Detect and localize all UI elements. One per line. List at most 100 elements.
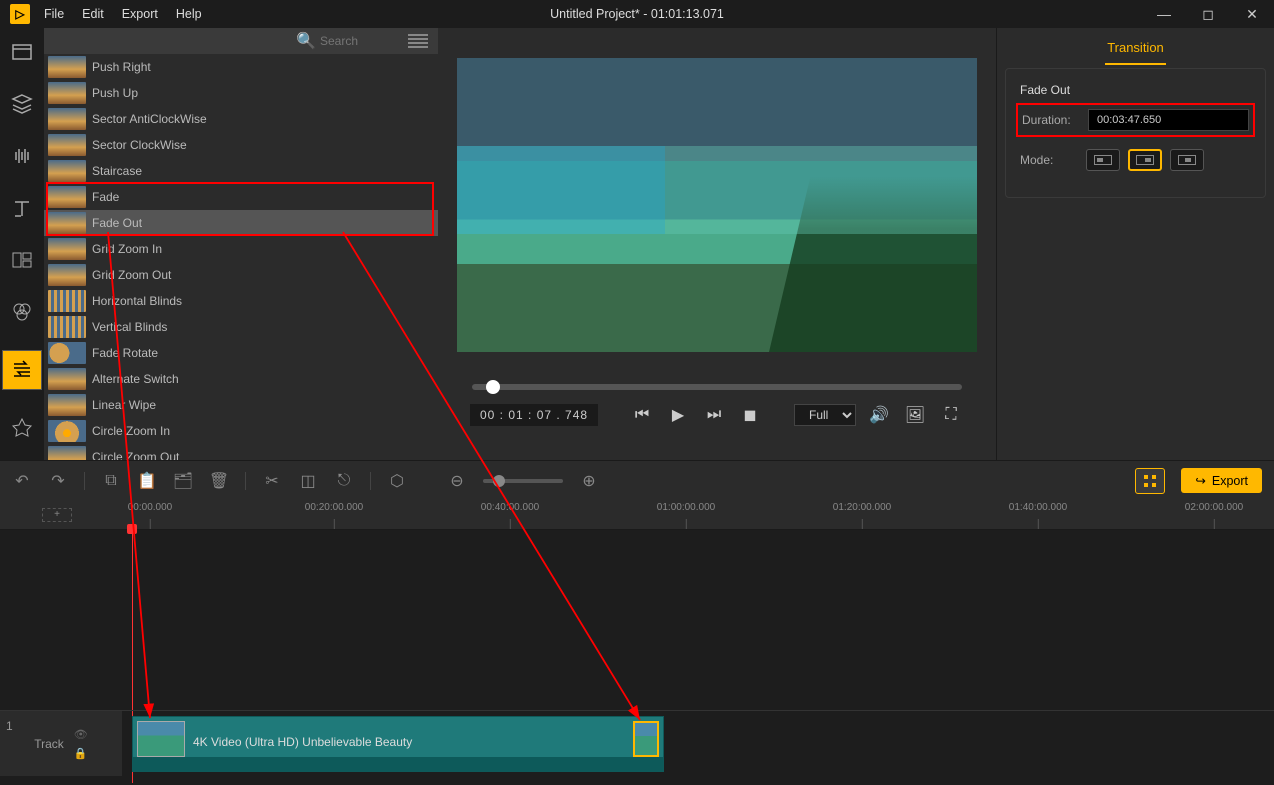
media-tab-icon[interactable] xyxy=(8,38,36,66)
cut-button[interactable]: ✂ xyxy=(262,471,282,491)
filters-tab-icon[interactable] xyxy=(8,298,36,326)
transition-item[interactable]: Fade Rotate xyxy=(44,340,438,366)
add-track-button[interactable]: + xyxy=(42,508,72,522)
transition-item[interactable]: Sector ClockWise xyxy=(44,132,438,158)
copy-button[interactable]: ⧉ xyxy=(101,471,121,491)
search-input[interactable] xyxy=(320,34,400,48)
transition-thumb-icon xyxy=(48,342,86,364)
visibility-icon[interactable]: 👁 xyxy=(74,728,88,741)
transition-item[interactable]: Linear Wipe xyxy=(44,392,438,418)
transitions-tab-icon[interactable] xyxy=(2,350,42,390)
snapshot-icon[interactable]: 🖼 xyxy=(902,402,928,428)
clip-end-transition-thumb[interactable] xyxy=(633,721,659,757)
preview-video[interactable] xyxy=(457,58,977,352)
clip-area[interactable]: 4K Video (Ultra HD) Unbelievable Beauty xyxy=(122,711,1274,776)
crop-button[interactable]: ◫ xyxy=(298,471,318,491)
transition-item[interactable]: Circle Zoom In xyxy=(44,418,438,444)
ruler-tick: 02:00:00.000 xyxy=(1185,502,1243,513)
clip-start-thumb xyxy=(137,721,185,757)
transition-item[interactable]: Grid Zoom Out xyxy=(44,262,438,288)
maximize-button[interactable]: ◻ xyxy=(1186,0,1230,28)
transition-item[interactable]: Alternate Switch xyxy=(44,366,438,392)
paste-button[interactable]: 📋 xyxy=(137,471,157,491)
zoom-slider[interactable] xyxy=(483,479,563,483)
prev-frame-button[interactable]: ⏮ xyxy=(629,402,655,428)
resolution-select[interactable]: Full xyxy=(794,404,856,426)
transition-label: Staircase xyxy=(92,164,142,178)
transition-thumb-icon xyxy=(48,108,86,130)
scrub-bar[interactable] xyxy=(472,384,962,390)
clipboard-button[interactable]: 🗂 xyxy=(173,471,193,491)
video-clip[interactable]: 4K Video (Ultra HD) Unbelievable Beauty xyxy=(132,716,664,772)
preview-controls: 00 : 01 : 07 . 748 ⏮ ▶ ⏭ ◼ Full 🔊 🖼 ⛶ xyxy=(462,402,972,428)
ruler-tick: 00:40:00.000 xyxy=(481,502,539,513)
redo-button[interactable]: ↷ xyxy=(48,471,68,491)
transition-label: Circle Zoom In xyxy=(92,424,170,438)
minimize-button[interactable]: — xyxy=(1142,0,1186,28)
tracks-area[interactable]: 1 Track 👁 🔒 4K Video (Ultra HD) Unbeliev… xyxy=(0,530,1274,783)
menu-file[interactable]: File xyxy=(44,7,64,21)
lock-icon[interactable]: 🔒 xyxy=(74,747,88,760)
main-area: 🔍 Push RightPush UpSector AntiClockWiseS… xyxy=(0,28,1274,460)
split-tab-icon[interactable] xyxy=(8,246,36,274)
mode-postfix-button[interactable] xyxy=(1128,149,1162,171)
timeline: + 00:00.000 00:20:00.00000:40:00.00001:0… xyxy=(0,500,1274,783)
menu-edit[interactable]: Edit xyxy=(82,7,104,21)
transition-label: Horizontal Blinds xyxy=(92,294,182,308)
zoom-out-button[interactable]: ⊖ xyxy=(447,471,467,491)
window-controls: — ◻ ✕ xyxy=(1142,0,1274,28)
next-frame-button[interactable]: ⏭ xyxy=(701,402,727,428)
marker-button[interactable]: ⬡ xyxy=(387,471,407,491)
transition-item[interactable]: Push Right xyxy=(44,54,438,80)
timeline-toolbar: ↶ ↷ ⧉ 📋 🗂 🗑 ✂ ◫ ⎋ ⬡ ⊖ ⊕ ↪ Export xyxy=(0,460,1274,500)
transition-label: Circle Zoom Out xyxy=(92,450,179,460)
left-toolbar xyxy=(0,28,44,460)
menu-help[interactable]: Help xyxy=(176,7,202,21)
clip-audio-bar xyxy=(133,757,663,771)
scrub-handle[interactable] xyxy=(486,380,500,394)
audio-tab-icon[interactable] xyxy=(8,142,36,170)
transition-label: Vertical Blinds xyxy=(92,320,167,334)
transition-item[interactable]: Circle Zoom Out xyxy=(44,444,438,460)
duration-label: Duration: xyxy=(1022,113,1076,127)
transition-thumb-icon xyxy=(48,368,86,390)
track-row: 1 Track 👁 🔒 4K Video (Ultra HD) Unbeliev… xyxy=(0,710,1274,776)
elements-tab-icon[interactable] xyxy=(8,414,36,442)
transition-item[interactable]: Horizontal Blinds xyxy=(44,288,438,314)
properties-tabs: Transition xyxy=(997,28,1274,68)
transition-thumb-icon xyxy=(48,238,86,260)
view-mode-icon[interactable] xyxy=(408,33,428,49)
duration-input[interactable] xyxy=(1088,109,1249,131)
track-header[interactable]: 1 Track 👁 🔒 xyxy=(0,711,122,776)
fullscreen-icon[interactable]: ⛶ xyxy=(938,402,964,428)
render-button[interactable] xyxy=(1135,468,1165,494)
transition-item[interactable]: Sector AntiClockWise xyxy=(44,106,438,132)
layers-tab-icon[interactable] xyxy=(8,90,36,118)
transition-item[interactable]: Vertical Blinds xyxy=(44,314,438,340)
title-bar: ▷ File Edit Export Help Untitled Project… xyxy=(0,0,1274,28)
transition-item[interactable]: Push Up xyxy=(44,80,438,106)
transition-label: Linear Wipe xyxy=(92,398,156,412)
undo-button[interactable]: ↶ xyxy=(12,471,32,491)
app-logo-icon: ▷ xyxy=(10,4,30,24)
stop-button[interactable]: ◼ xyxy=(737,402,763,428)
transition-thumb-icon xyxy=(48,160,86,182)
volume-icon[interactable]: 🔊 xyxy=(866,402,892,428)
transition-item[interactable]: Grid Zoom In xyxy=(44,236,438,262)
mode-overlap-button[interactable] xyxy=(1170,149,1204,171)
menu-export[interactable]: Export xyxy=(122,7,158,21)
transitions-list[interactable]: Push RightPush UpSector AntiClockWiseSec… xyxy=(44,54,438,460)
close-button[interactable]: ✕ xyxy=(1230,0,1274,28)
play-button[interactable]: ▶ xyxy=(665,402,691,428)
delete-button[interactable]: 🗑 xyxy=(209,471,229,491)
tab-transition[interactable]: Transition xyxy=(1105,32,1166,65)
mode-prefix-button[interactable] xyxy=(1086,149,1120,171)
time-ruler[interactable]: + 00:00.000 00:20:00.00000:40:00.00001:0… xyxy=(0,500,1274,530)
preview-timecode: 00 : 01 : 07 . 748 xyxy=(470,404,598,426)
transition-item[interactable]: Staircase xyxy=(44,158,438,184)
zoom-handle[interactable] xyxy=(493,475,505,487)
split-button[interactable]: ⎋ xyxy=(334,471,354,491)
zoom-in-button[interactable]: ⊕ xyxy=(579,471,599,491)
text-tab-icon[interactable] xyxy=(8,194,36,222)
export-button[interactable]: ↪ Export xyxy=(1181,468,1262,493)
